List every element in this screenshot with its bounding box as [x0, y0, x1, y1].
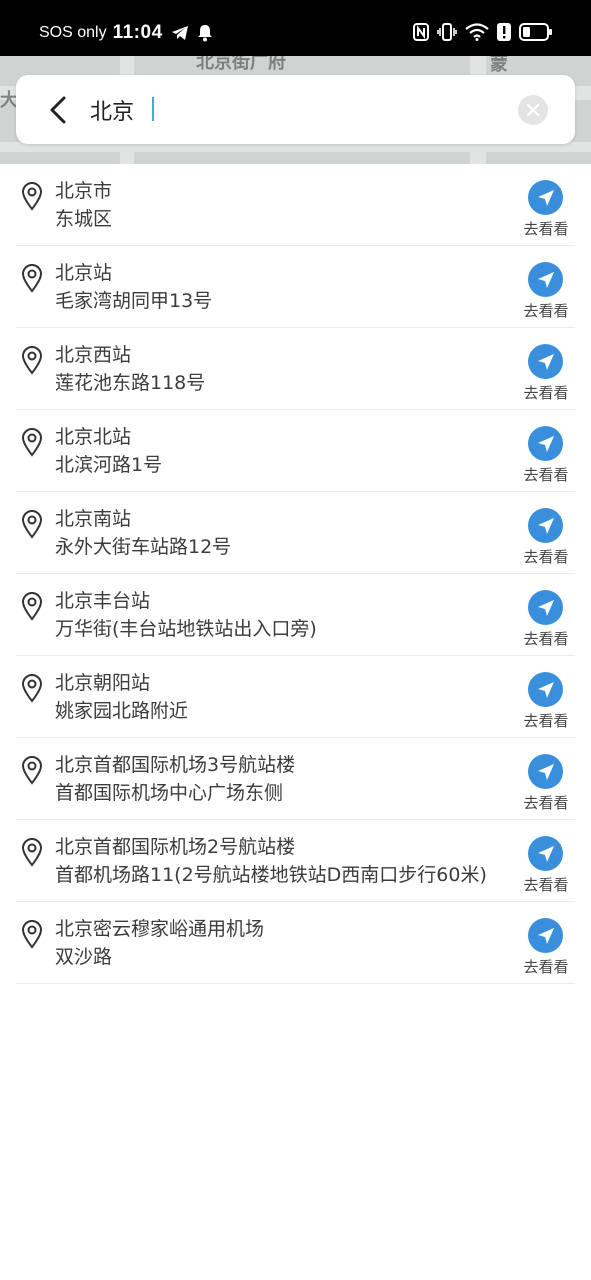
location-pin-icon [21, 920, 43, 949]
go-see-label: 去看看 [523, 548, 569, 566]
status-left: SOS only 11:04 [39, 18, 213, 48]
status-right [413, 20, 553, 48]
result-address: 莲花池东路118号 [55, 372, 206, 394]
nfc-icon [413, 23, 429, 45]
go-see-label: 去看看 [523, 712, 569, 730]
go-see-button[interactable]: 去看看 [516, 504, 576, 568]
navigate-arrow-icon [537, 599, 554, 616]
navigate-circle [528, 918, 563, 953]
list-item[interactable]: 北京站毛家湾胡同甲13号去看看 [16, 246, 575, 328]
go-see-label: 去看看 [523, 302, 569, 320]
result-address: 万华街(丰台站地铁站出入口旁) [55, 618, 317, 640]
back-button[interactable] [42, 93, 74, 127]
list-item[interactable]: 北京西站莲花池东路118号去看看 [16, 328, 575, 410]
go-see-label: 去看看 [523, 876, 569, 894]
list-item[interactable]: 北京市东城区去看看 [16, 164, 575, 246]
navigate-arrow-icon [537, 353, 554, 370]
navigate-arrow-icon [537, 435, 554, 452]
navigate-arrow-icon [537, 845, 554, 862]
navigate-arrow-icon [537, 763, 554, 780]
search-bar [16, 75, 575, 144]
go-see-button[interactable]: 去看看 [516, 914, 576, 978]
result-address: 北滨河路1号 [55, 454, 163, 476]
navigate-circle [528, 590, 563, 625]
result-title: 北京北站 [55, 426, 132, 448]
result-address: 永外大街车站路12号 [55, 536, 232, 558]
navigate-arrow-icon [537, 927, 554, 944]
result-title: 北京南站 [55, 508, 132, 530]
go-see-label: 去看看 [523, 384, 569, 402]
result-title: 北京站 [55, 262, 113, 284]
wifi-icon [465, 23, 489, 45]
result-address: 毛家湾胡同甲13号 [55, 290, 213, 312]
list-item[interactable]: 北京朝阳站姚家园北路附近去看看 [16, 656, 575, 738]
clear-button[interactable] [518, 95, 548, 125]
location-pin-icon [21, 838, 43, 867]
go-see-button[interactable]: 去看看 [516, 750, 576, 814]
location-pin-icon [21, 510, 43, 539]
list-item[interactable]: 北京密云穆家峪通用机场 双沙路去看看 [16, 902, 575, 984]
location-pin-icon [21, 592, 43, 621]
result-title: 北京首都国际机场3号航站楼 [55, 754, 296, 776]
navigate-circle [528, 180, 563, 215]
result-address: 东城区 [55, 208, 113, 230]
go-see-button[interactable]: 去看看 [516, 832, 576, 896]
status-bar: SOS only 11:04 [0, 0, 591, 56]
result-title: 北京朝阳站 [55, 672, 151, 694]
location-pin-icon [21, 264, 43, 293]
go-see-label: 去看看 [523, 794, 569, 812]
go-see-button[interactable]: 去看看 [516, 176, 576, 240]
go-see-label: 去看看 [523, 220, 569, 238]
result-address: 首都机场路11(2号航站楼地铁站D西南口步行60米) [55, 864, 487, 886]
result-address: 双沙路 [55, 946, 113, 968]
navigate-circle [528, 508, 563, 543]
go-see-button[interactable]: 去看看 [516, 340, 576, 404]
go-see-button[interactable]: 去看看 [516, 258, 576, 322]
result-title: 北京西站 [55, 344, 132, 366]
location-pin-icon [21, 346, 43, 375]
text-caret [152, 97, 154, 121]
telegram-icon [171, 25, 189, 41]
go-see-button[interactable]: 去看看 [516, 668, 576, 732]
result-address: 首都国际机场中心广场东侧 [55, 782, 284, 804]
navigate-arrow-icon [537, 271, 554, 288]
go-see-button[interactable]: 去看看 [516, 586, 576, 650]
navigate-circle [528, 836, 563, 871]
navigate-circle [528, 672, 563, 707]
navigate-arrow-icon [537, 681, 554, 698]
go-see-label: 去看看 [523, 958, 569, 976]
result-title: 北京密云穆家峪通用机场 [55, 918, 265, 940]
go-see-button[interactable]: 去看看 [516, 422, 576, 486]
bell-icon [197, 24, 213, 42]
navigate-arrow-icon [537, 189, 554, 206]
location-pin-icon [21, 428, 43, 457]
navigate-circle [528, 344, 563, 379]
clock: 11:04 [112, 22, 163, 43]
navigate-circle [528, 262, 563, 297]
location-pin-icon [21, 674, 43, 703]
go-see-label: 去看看 [523, 630, 569, 648]
alert-icon [497, 23, 511, 45]
list-item[interactable]: 北京首都国际机场2号航站楼首都机场路11(2号航站楼地铁站D西南口步行60米) 去… [16, 820, 575, 902]
navigate-circle [528, 754, 563, 789]
list-item[interactable]: 北京北站北滨河路1号去看看 [16, 410, 575, 492]
list-item[interactable]: 北京南站永外大街车站路12号去看看 [16, 492, 575, 574]
result-title: 北京首都国际机场2号航站楼 [55, 836, 296, 858]
result-title: 北京市 [55, 180, 113, 202]
vibrate-icon [437, 23, 457, 45]
result-address: 姚家园北路附近 [55, 700, 189, 722]
search-input[interactable] [90, 91, 490, 129]
battery-icon [519, 23, 553, 45]
result-title: 北京丰台站 [55, 590, 151, 612]
go-see-label: 去看看 [523, 466, 569, 484]
location-pin-icon [21, 756, 43, 785]
close-icon [526, 103, 540, 117]
list-item[interactable]: 北京首都国际机场3号航站楼 首都国际机场中心广场东侧去看看 [16, 738, 575, 820]
navigate-circle [528, 426, 563, 461]
chevron-left-icon [50, 96, 66, 124]
carrier-text: SOS only [39, 24, 107, 41]
location-pin-icon [21, 182, 43, 211]
list-item[interactable]: 北京丰台站万华街(丰台站地铁站出入口旁) 去看看 [16, 574, 575, 656]
navigate-arrow-icon [537, 517, 554, 534]
